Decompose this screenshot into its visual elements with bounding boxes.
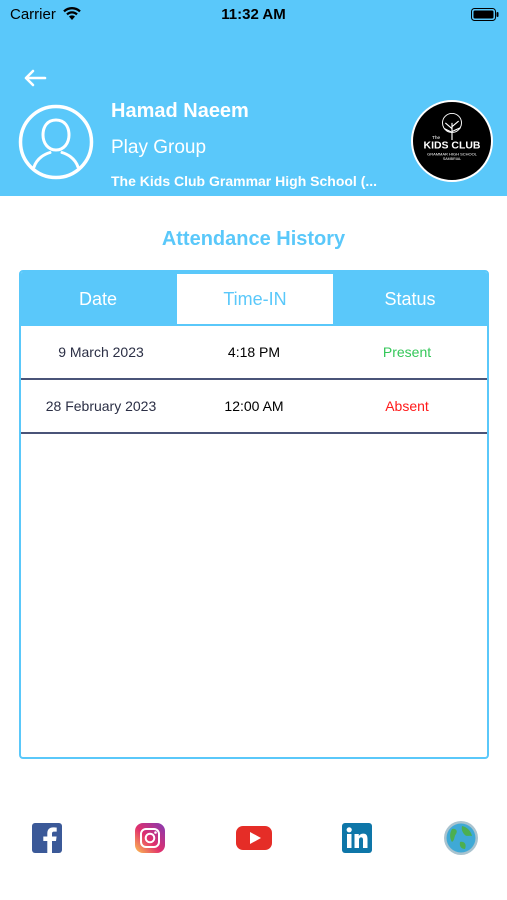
status-cell: Present (382, 344, 432, 360)
date-cell: 28 February 2023 (45, 398, 157, 414)
attendance-table: Date Time-IN Status 9 March 2023 4:18 PM… (19, 270, 489, 759)
youtube-icon[interactable] (236, 822, 272, 854)
avatar-icon (18, 104, 94, 180)
section-title: Attendance History (161, 228, 346, 250)
school-name: The Kids Club Grammar High School (... (111, 173, 378, 189)
tab-date[interactable]: Date (21, 272, 175, 326)
facebook-icon[interactable] (31, 822, 63, 854)
student-class: Play Group (111, 137, 207, 158)
svg-text:KIDS CLUB: KIDS CLUB (424, 141, 481, 152)
time-cell: 12:00 AM (224, 398, 284, 414)
back-arrow-icon[interactable] (20, 66, 50, 90)
svg-text:GRAMMAR HIGH SCHOOL: GRAMMAR HIGH SCHOOL (427, 151, 478, 156)
globe-icon[interactable] (443, 820, 479, 856)
student-name: Hamad Naeem (111, 100, 249, 122)
date-cell: 9 March 2023 (58, 344, 144, 360)
table-row[interactable]: 9 March 2023 4:18 PM Present (21, 326, 487, 380)
table-row[interactable]: 28 February 2023 12:00 AM Absent (21, 380, 487, 434)
tab-time-in[interactable]: Time-IN (177, 274, 333, 324)
tab-status[interactable]: Status (333, 272, 487, 326)
status-bar: Carrier 11:32 AM (0, 0, 507, 30)
status-cell: Absent (385, 398, 429, 414)
linkedin-icon[interactable] (341, 822, 373, 854)
status-time: 11:32 AM (221, 6, 286, 23)
table-header: Date Time-IN Status (21, 272, 487, 326)
time-cell: 4:18 PM (227, 344, 281, 360)
school-logo: The KIDS CLUB GRAMMAR HIGH SCHOOL SAMBRI… (411, 100, 493, 182)
tree-icon: The KIDS CLUB GRAMMAR HIGH SCHOOL SAMBRI… (424, 112, 481, 161)
instagram-icon[interactable] (134, 822, 166, 854)
svg-text:SAMBRIAL: SAMBRIAL (443, 157, 461, 161)
profile-header: Carrier 11:32 AM Hamad Naeem Play Group … (0, 0, 507, 196)
battery-icon (471, 8, 499, 21)
